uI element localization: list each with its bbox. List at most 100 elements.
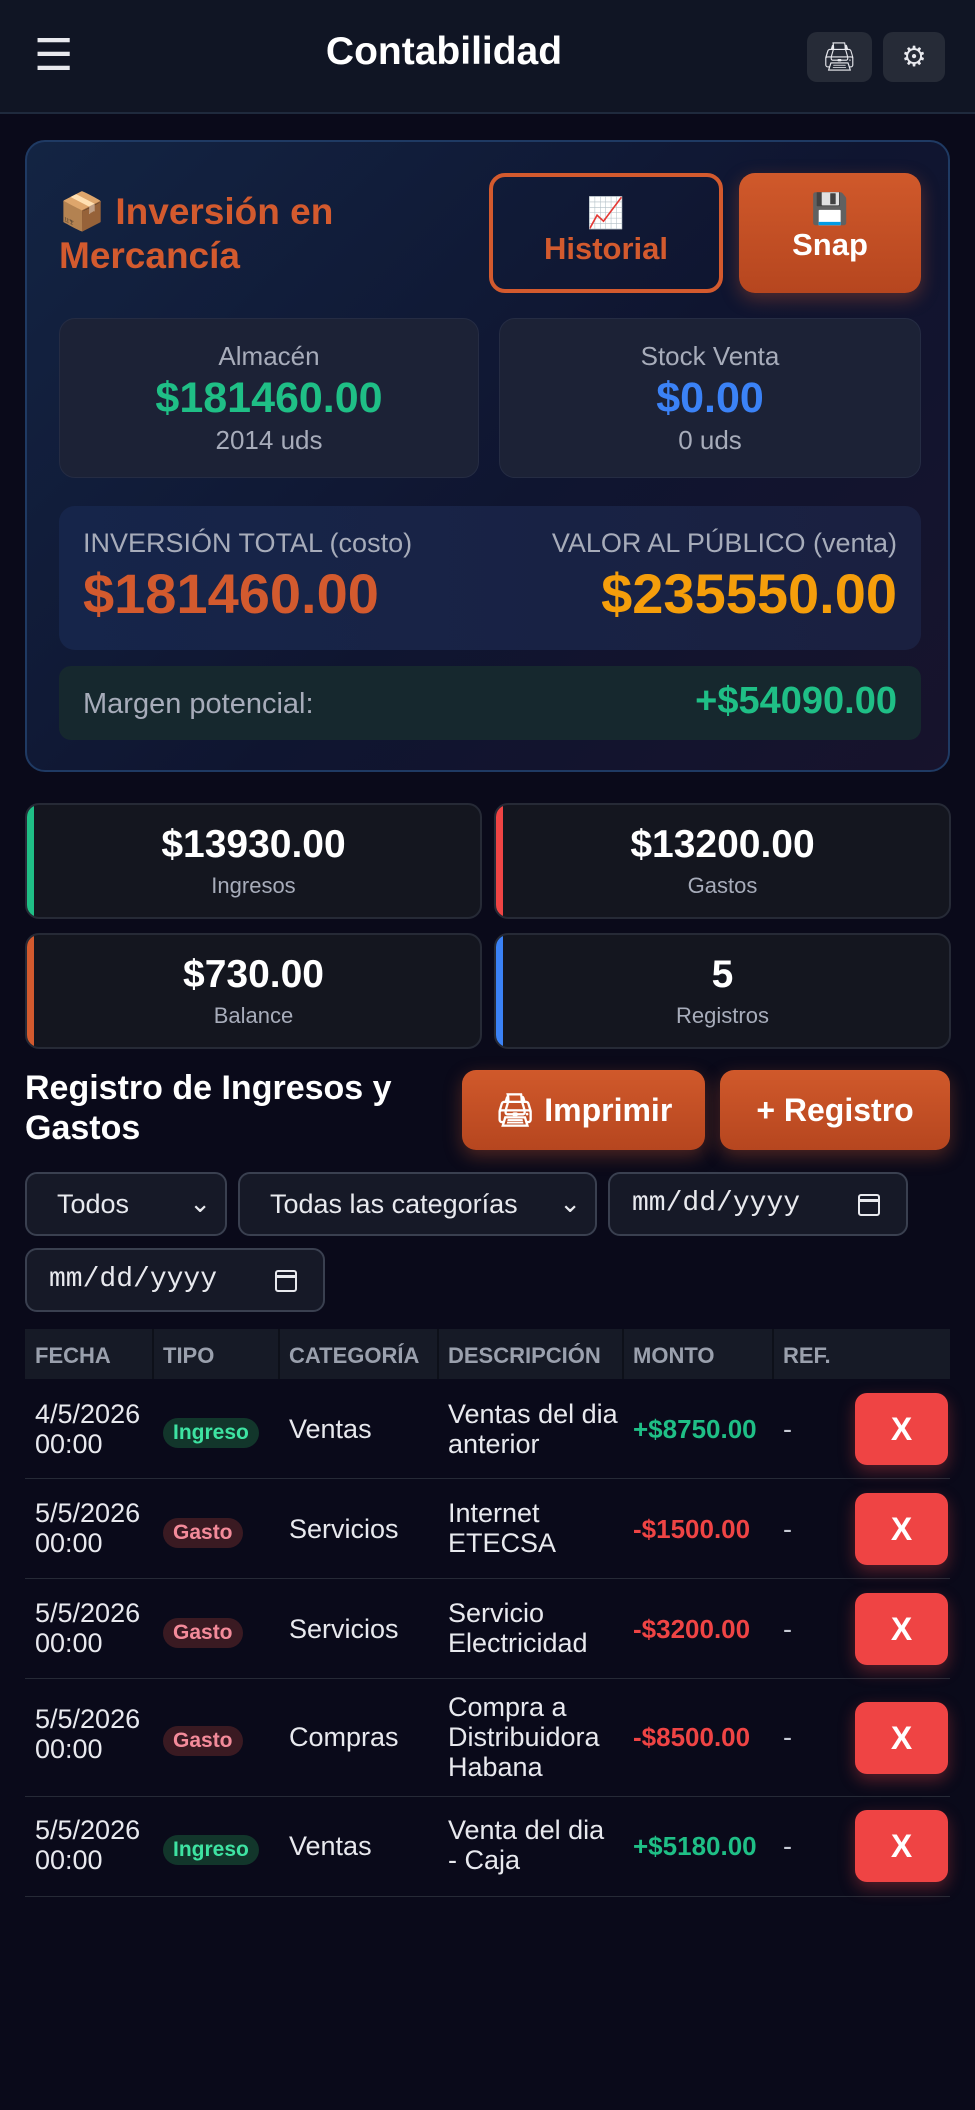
page-title: Contabilidad <box>325 30 563 73</box>
calendar-icon[interactable] <box>858 1194 880 1216</box>
delete-row-button[interactable]: X <box>855 1493 948 1565</box>
row-tipo: Gasto <box>163 1723 243 1756</box>
column-divider <box>622 1329 624 1379</box>
row-ref: - <box>783 1414 792 1444</box>
delete-row-button[interactable]: X <box>855 1702 948 1774</box>
add-registro-button[interactable]: + Registro <box>720 1070 950 1150</box>
row-ref: - <box>783 1831 792 1861</box>
row-tipo: Ingreso <box>163 1832 259 1865</box>
calendar-icon[interactable] <box>275 1270 297 1292</box>
table-row: 5/5/2026 00:00 Ingreso Ventas Venta del … <box>25 1798 950 1897</box>
fecha-hasta-input[interactable]: mm/dd/yyyy <box>25 1248 325 1312</box>
table-row: 5/5/2026 00:00 Gasto Compras Compra a Di… <box>25 1680 950 1797</box>
row-fecha: 5/5/2026 00:00 <box>35 1815 141 1875</box>
row-categoria: Ventas <box>289 1831 372 1861</box>
column-header-ref: REF. <box>783 1343 831 1368</box>
floppy-disk-icon: 💾 <box>811 192 849 227</box>
categoria-filter-value: Todas las categorías <box>270 1189 518 1219</box>
row-tipo: Ingreso <box>163 1415 259 1448</box>
delete-row-button[interactable]: X <box>855 1393 948 1465</box>
tipo-badge: Ingreso <box>163 1835 259 1865</box>
inventory-title: 📦 Inversión en Mercancía <box>59 190 499 278</box>
row-fecha: 5/5/2026 00:00 <box>35 1598 141 1658</box>
summary-card-registros: 5 Registros <box>494 933 951 1049</box>
categoria-filter-select[interactable]: Todas las categorías ⌄ <box>238 1172 597 1236</box>
column-header-monto: MONTO <box>633 1343 715 1368</box>
gear-icon[interactable]: ⚙ <box>883 32 945 82</box>
column-divider <box>437 1329 439 1379</box>
chevron-down-icon: ⌄ <box>189 1189 211 1219</box>
inventory-investment-card: 📦 Inversión en Mercancía 📈 Historial 💾 S… <box>25 140 950 772</box>
column-divider <box>772 1329 774 1379</box>
tipo-badge: Ingreso <box>163 1418 259 1448</box>
imprimir-label: Imprimir <box>544 1092 673 1128</box>
tipo-badge: Gasto <box>163 1518 243 1548</box>
inversion-total-label: INVERSIÓN TOTAL (costo) <box>83 528 413 558</box>
row-descripcion: Servicio Electricidad <box>448 1598 588 1658</box>
row-descripcion: Ventas del dia anterior <box>448 1399 618 1459</box>
table-header: FECHA TIPO CATEGORÍA DESCRIPCIÓN MONTO R… <box>25 1329 950 1379</box>
accent-bar <box>496 805 503 917</box>
stock-venta-label: Stock Venta <box>640 341 780 371</box>
tipo-filter-value: Todos <box>57 1189 130 1219</box>
stock-venta-value: $0.00 <box>656 374 764 422</box>
almacen-stat: Almacén $181460.00 2014 uds <box>59 318 479 478</box>
column-header-categoria: CATEGORÍA <box>289 1343 420 1368</box>
historial-button[interactable]: 📈 Historial <box>489 173 723 293</box>
valor-publico-value: $235550.00 <box>601 562 897 625</box>
row-monto: +$8750.00 <box>633 1414 757 1444</box>
margin-label: Margen potencial: <box>83 688 314 720</box>
row-ref: - <box>783 1514 792 1544</box>
row-categoria: Servicios <box>289 1514 399 1544</box>
margin-row: Margen potencial: +$54090.00 <box>59 666 921 740</box>
row-tipo: Gasto <box>163 1515 243 1548</box>
row-monto: -$8500.00 <box>633 1722 751 1752</box>
summary-value: $13200.00 <box>630 823 815 866</box>
row-fecha: 4/5/2026 00:00 <box>35 1399 141 1459</box>
almacen-label: Almacén <box>218 341 320 371</box>
delete-row-button[interactable]: X <box>855 1593 948 1665</box>
column-header-tipo: TIPO <box>163 1343 215 1368</box>
summary-value: $730.00 <box>183 953 324 996</box>
tipo-badge: Gasto <box>163 1618 243 1648</box>
registro-section-title: Registro de Ingresos y Gastos <box>25 1069 392 1147</box>
app-header: ☰ Contabilidad 🖨 ⚙ <box>0 0 975 114</box>
row-descripcion: Compra a Distribuidora Habana <box>448 1692 600 1782</box>
accent-bar <box>27 805 34 917</box>
chevron-down-icon: ⌄ <box>559 1189 581 1219</box>
summary-label: Registros <box>676 1003 769 1028</box>
tipo-badge: Gasto <box>163 1726 243 1756</box>
table-row: 5/5/2026 00:00 Gasto Servicios Servicio … <box>25 1580 950 1679</box>
accent-bar <box>496 935 503 1047</box>
almacen-units: 2014 uds <box>215 425 323 455</box>
column-divider <box>278 1329 280 1379</box>
row-ref: - <box>783 1722 792 1752</box>
fecha-desde-placeholder: mm/dd/yyyy <box>632 1188 801 1219</box>
summary-value: $13930.00 <box>161 823 346 866</box>
accent-bar <box>27 935 34 1047</box>
snap-button[interactable]: 💾 Snap <box>739 173 921 293</box>
column-header-descripcion: DESCRIPCIÓN <box>448 1343 601 1368</box>
almacen-value: $181460.00 <box>155 374 383 422</box>
row-categoria: Servicios <box>289 1614 399 1644</box>
summary-label: Gastos <box>687 873 758 898</box>
row-monto: +$5180.00 <box>633 1831 757 1861</box>
package-icon: 📦 <box>59 190 106 233</box>
row-categoria: Ventas <box>289 1414 372 1444</box>
table-row: 4/5/2026 00:00 Ingreso Ventas Ventas del… <box>25 1380 950 1479</box>
totals-panel: INVERSIÓN TOTAL (costo) $181460.00 VALOR… <box>59 506 921 650</box>
delete-row-button[interactable]: X <box>855 1810 948 1882</box>
snap-label: Snap <box>792 227 868 262</box>
row-descripcion: Internet ETECSA <box>448 1498 557 1558</box>
summary-label: Ingresos <box>211 873 296 898</box>
fecha-desde-input[interactable]: mm/dd/yyyy <box>608 1172 908 1236</box>
summary-card-ingresos: $13930.00 Ingresos <box>25 803 482 919</box>
imprimir-button[interactable]: 🖨 Imprimir <box>462 1070 705 1150</box>
summary-card-balance: $730.00 Balance <box>25 933 482 1049</box>
row-monto: -$3200.00 <box>633 1614 751 1644</box>
table-row: 5/5/2026 00:00 Gasto Servicios Internet … <box>25 1480 950 1579</box>
tipo-filter-select[interactable]: Todos ⌄ <box>25 1172 227 1236</box>
printer-icon[interactable]: 🖨 <box>807 32 872 82</box>
historial-label: Historial <box>543 231 669 266</box>
stock-venta-stat: Stock Venta $0.00 0 uds <box>499 318 921 478</box>
